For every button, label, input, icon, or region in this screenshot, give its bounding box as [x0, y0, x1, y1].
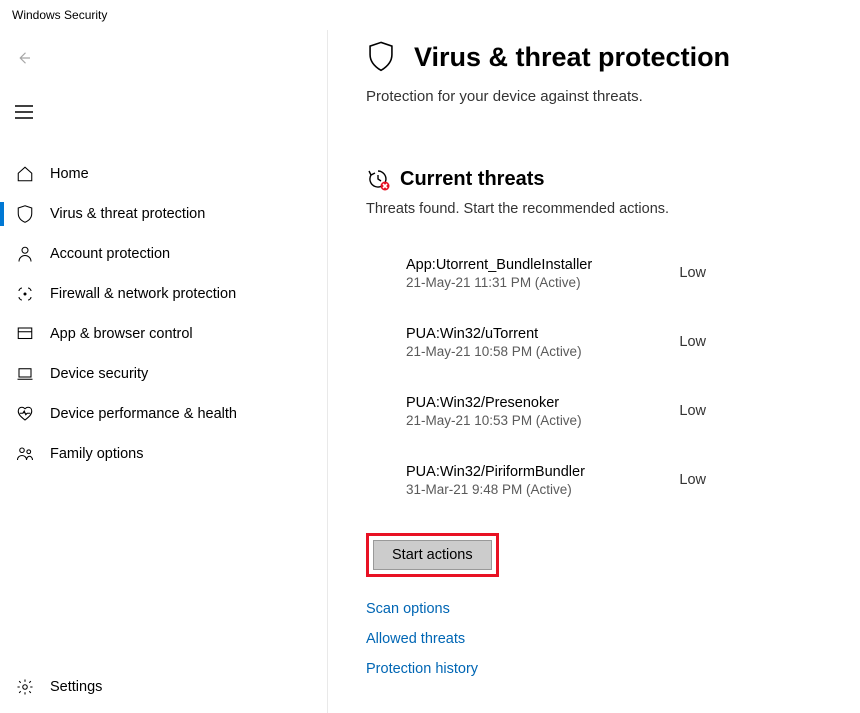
back-button[interactable] — [2, 36, 46, 80]
threat-severity: Low — [679, 326, 706, 350]
sidebar-item-label: Account protection — [50, 246, 170, 262]
section-title: Current threats — [400, 168, 544, 191]
main-content: Virus & threat protection Protection for… — [328, 30, 860, 713]
threat-history-icon — [366, 167, 390, 191]
gear-icon — [14, 676, 36, 698]
threat-severity: Low — [679, 464, 706, 488]
threat-item[interactable]: PUA:Win32/Presenoker 21-May-21 10:53 PM … — [406, 395, 706, 428]
threat-meta: 21-May-21 10:53 PM (Active) — [406, 413, 582, 428]
shield-icon — [14, 203, 36, 225]
sidebar-item-device-security[interactable]: Device security — [0, 354, 327, 394]
link-list: Scan options Allowed threats Protection … — [366, 601, 848, 677]
threat-severity: Low — [679, 257, 706, 281]
home-icon — [14, 163, 36, 185]
sidebar-item-label: Device performance & health — [50, 406, 237, 422]
section-subtitle: Threats found. Start the recommended act… — [366, 201, 848, 217]
sidebar-item-account-protection[interactable]: Account protection — [0, 234, 327, 274]
nav-list: Home Virus & threat protection Account p… — [0, 154, 327, 474]
threat-name: PUA:Win32/uTorrent — [406, 326, 582, 342]
page-title: Virus & threat protection — [414, 42, 730, 73]
shield-icon — [366, 40, 400, 74]
sidebar-item-device-performance[interactable]: Device performance & health — [0, 394, 327, 434]
threat-name: PUA:Win32/Presenoker — [406, 395, 582, 411]
sidebar: Home Virus & threat protection Account p… — [0, 30, 328, 713]
hamburger-icon — [15, 105, 33, 119]
threat-item[interactable]: PUA:Win32/PiriformBundler 31-Mar-21 9:48… — [406, 464, 706, 497]
sidebar-item-label: Device security — [50, 366, 148, 382]
threat-item[interactable]: PUA:Win32/uTorrent 21-May-21 10:58 PM (A… — [406, 326, 706, 359]
threat-list: App:Utorrent_BundleInstaller 21-May-21 1… — [406, 257, 848, 497]
network-icon — [14, 283, 36, 305]
sidebar-item-app-browser-control[interactable]: App & browser control — [0, 314, 327, 354]
sidebar-item-label: Family options — [50, 446, 143, 462]
threat-name: PUA:Win32/PiriformBundler — [406, 464, 585, 480]
start-actions-highlight: Start actions — [366, 533, 499, 577]
app-body: Home Virus & threat protection Account p… — [0, 30, 860, 713]
threat-meta: 21-May-21 10:58 PM (Active) — [406, 344, 582, 359]
sidebar-item-label: Settings — [50, 679, 102, 695]
sidebar-item-family-options[interactable]: Family options — [0, 434, 327, 474]
heart-icon — [14, 403, 36, 425]
link-protection-history[interactable]: Protection history — [366, 661, 848, 677]
page-subtitle: Protection for your device against threa… — [366, 88, 848, 105]
sidebar-item-label: Home — [50, 166, 89, 182]
page-header: Virus & threat protection — [366, 40, 848, 74]
link-scan-options[interactable]: Scan options — [366, 601, 848, 617]
sidebar-item-virus-threat-protection[interactable]: Virus & threat protection — [0, 194, 327, 234]
sidebar-item-label: Virus & threat protection — [50, 206, 205, 222]
threat-name: App:Utorrent_BundleInstaller — [406, 257, 592, 273]
back-arrow-icon — [15, 49, 33, 67]
hamburger-button[interactable] — [2, 90, 46, 134]
threat-severity: Low — [679, 395, 706, 419]
browser-icon — [14, 323, 36, 345]
sidebar-item-label: Firewall & network protection — [50, 286, 236, 302]
window-title: Windows Security — [12, 8, 107, 22]
link-allowed-threats[interactable]: Allowed threats — [366, 631, 848, 647]
threat-meta: 21-May-21 11:31 PM (Active) — [406, 275, 592, 290]
person-icon — [14, 243, 36, 265]
threat-meta: 31-Mar-21 9:48 PM (Active) — [406, 482, 585, 497]
family-icon — [14, 443, 36, 465]
window-titlebar: Windows Security — [0, 0, 860, 30]
section-header-current-threats: Current threats — [366, 167, 848, 191]
sidebar-item-settings[interactable]: Settings — [0, 665, 327, 709]
sidebar-item-label: App & browser control — [50, 326, 193, 342]
start-actions-button[interactable]: Start actions — [373, 540, 492, 570]
threat-item[interactable]: App:Utorrent_BundleInstaller 21-May-21 1… — [406, 257, 706, 290]
sidebar-item-firewall-network[interactable]: Firewall & network protection — [0, 274, 327, 314]
sidebar-item-home[interactable]: Home — [0, 154, 327, 194]
laptop-icon — [14, 363, 36, 385]
